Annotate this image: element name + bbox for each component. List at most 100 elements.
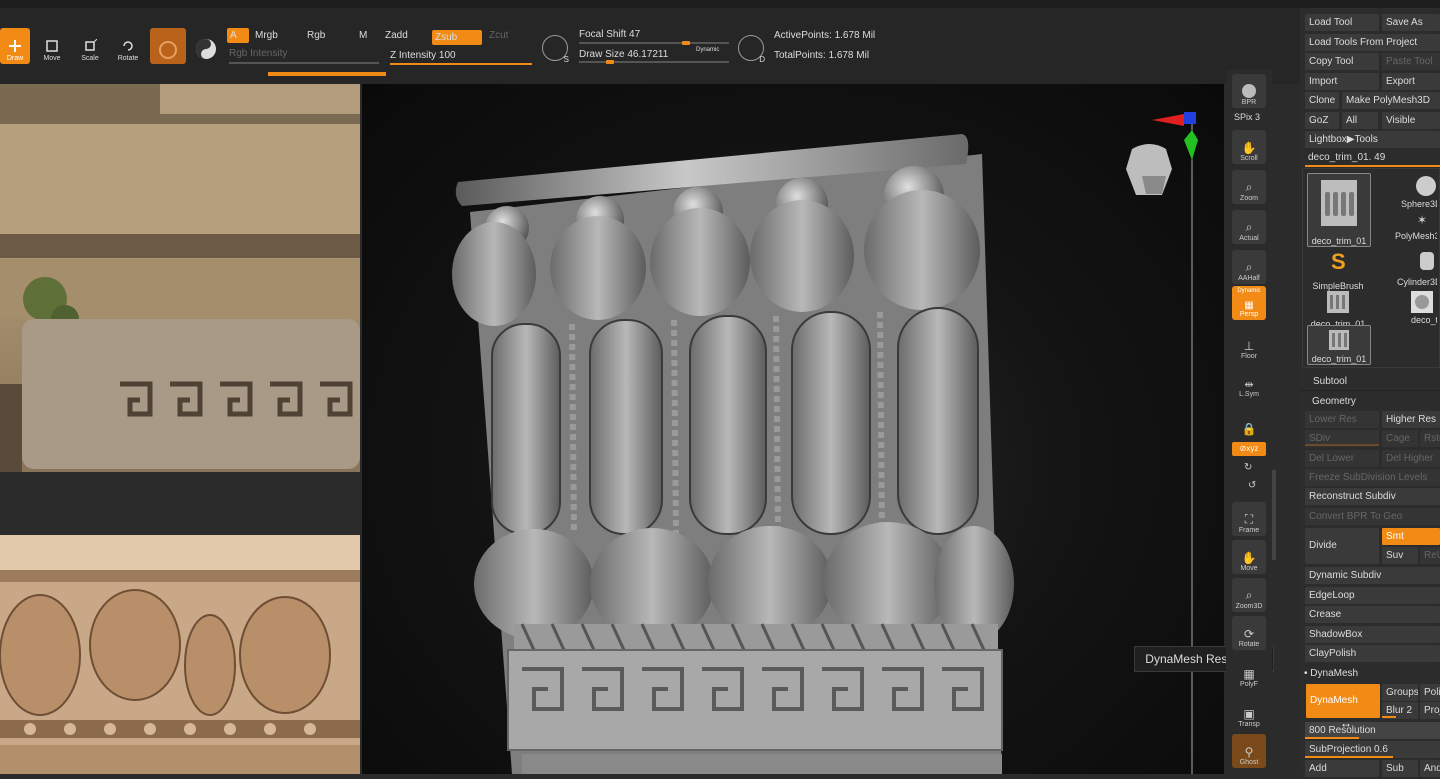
claypolish-section[interactable]: ClayPolish	[1305, 645, 1440, 662]
rotate-z-icon[interactable]: ↺	[1248, 480, 1256, 491]
move-button[interactable]: Move	[34, 28, 70, 64]
lightbox-tools-button[interactable]: Lightbox▶Tools	[1305, 131, 1440, 148]
xyz-toggle[interactable]: ⊘xyz	[1232, 442, 1266, 456]
3d-viewport[interactable]	[362, 84, 1224, 774]
tool-thumb-cylinder3d[interactable]: Cylinder3D	[1375, 249, 1437, 291]
rotate-button[interactable]: Rotate	[110, 28, 146, 64]
groups-toggle[interactable]: Groups	[1382, 684, 1418, 701]
del-lower-button[interactable]: Del Lower	[1305, 450, 1379, 467]
persp-button[interactable]: Dynamic ▦ Persp	[1232, 286, 1266, 320]
scroll-button[interactable]: ✋ Scroll	[1232, 130, 1266, 164]
draw-size-slider[interactable]: Draw Size 46.17211	[579, 49, 668, 60]
texture-swatch[interactable]	[188, 28, 224, 64]
and-button[interactable]: And	[1420, 760, 1440, 777]
subprojection-fill	[1305, 756, 1393, 758]
scale-button[interactable]: Scale	[72, 28, 108, 64]
dynamesh-section[interactable]: • DynaMesh	[1304, 668, 1358, 679]
rgb-toggle[interactable]: Rgb	[304, 28, 328, 43]
deco-trim-thumb-icon	[1327, 291, 1349, 313]
project-toggle[interactable]: Project	[1420, 702, 1440, 719]
all-button[interactable]: All	[1342, 112, 1378, 129]
zcut-toggle[interactable]: Zcut	[486, 28, 511, 43]
frame-button[interactable]: ⛶ Frame	[1232, 502, 1266, 536]
rstr-button[interactable]: Rstr	[1420, 430, 1440, 447]
focal-shift-slider[interactable]: Focal Shift 47	[579, 29, 640, 40]
import-button[interactable]: Import	[1305, 73, 1379, 90]
dynamic-toggle[interactable]: Dynamic	[696, 47, 719, 53]
cage-button[interactable]: Cage	[1382, 430, 1418, 447]
suv-toggle[interactable]: Suv	[1382, 547, 1418, 564]
d-gizmo-icon[interactable]: D	[738, 35, 765, 64]
lock-button[interactable]: 🔒	[1232, 404, 1266, 438]
sub-button[interactable]: Sub	[1382, 760, 1418, 777]
tool-thumb-sphere3d[interactable]: Sphere3D	[1375, 173, 1437, 215]
draw-button[interactable]: Draw	[0, 28, 30, 64]
zoom3d-button[interactable]: ⌕ Zoom3D	[1232, 578, 1266, 612]
s-gizmo-icon[interactable]: S	[542, 35, 569, 64]
blur-fill	[1382, 716, 1396, 718]
export-button[interactable]: Export	[1382, 73, 1440, 90]
zsub-toggle[interactable]: Zsub	[432, 30, 482, 45]
rgb-intensity-slider[interactable]: Rgb Intensity	[229, 48, 287, 59]
polyf-button[interactable]: ▦ PolyF	[1232, 656, 1266, 690]
reconstruct-subdiv-button[interactable]: Reconstruct Subdiv	[1305, 488, 1440, 505]
geometry-section[interactable]: Geometry	[1312, 396, 1356, 407]
aahalf-button[interactable]: ⌕ AAHalf	[1232, 250, 1266, 284]
copy-tool-button[interactable]: Copy Tool	[1305, 53, 1379, 70]
tool-thumb-polymesh3d[interactable]: ✶ PolyMesh3D	[1375, 213, 1437, 245]
crease-section[interactable]: Crease	[1305, 606, 1440, 623]
m-toggle[interactable]: M	[356, 28, 370, 43]
shelf-progress-fill	[268, 72, 386, 76]
zadd-toggle[interactable]: Zadd	[382, 28, 411, 43]
tool-thumb-deco-trim[interactable]: deco_trim_01	[1307, 173, 1371, 247]
save-as-button[interactable]: Save As	[1382, 14, 1440, 31]
draw-size-track	[579, 61, 729, 63]
draw-icon	[9, 40, 21, 52]
lower-res-button[interactable]: Lower Res	[1305, 411, 1379, 428]
actual-button[interactable]: ⌕ Actual	[1232, 210, 1266, 244]
zoom-button[interactable]: ⌕ Zoom	[1232, 170, 1266, 204]
goz-button[interactable]: GoZ	[1305, 112, 1339, 129]
freeze-subdiv-button[interactable]: Freeze SubDivision Levels	[1305, 469, 1440, 486]
clone-button[interactable]: Clone	[1305, 92, 1339, 109]
focal-shift-knob[interactable]	[682, 41, 690, 45]
mrgb-toggle[interactable]: Mrgb	[252, 28, 281, 43]
current-tool-slider[interactable]: deco_trim_01. 49	[1308, 152, 1385, 163]
rotate-y-icon[interactable]: ↻	[1244, 462, 1252, 473]
shadowbox-section[interactable]: ShadowBox	[1305, 626, 1440, 643]
dynamesh-button[interactable]: DynaMesh	[1306, 684, 1380, 718]
dynamic-subdiv-section[interactable]: Dynamic Subdiv	[1305, 567, 1440, 584]
load-tool-button[interactable]: Load Tool	[1305, 14, 1379, 31]
material-swatch[interactable]	[150, 28, 186, 64]
higher-res-button[interactable]: Higher Res	[1382, 411, 1440, 428]
z-intensity-slider[interactable]: Z Intensity 100	[390, 50, 456, 61]
paste-tool-button[interactable]: Paste Tool	[1382, 53, 1440, 70]
make-polymesh-button[interactable]: Make PolyMesh3D	[1342, 92, 1440, 109]
floor-button[interactable]: ⊥ Floor	[1232, 328, 1266, 362]
del-higher-button[interactable]: Del Higher	[1382, 450, 1440, 467]
spix-slider[interactable]: SPix 3	[1234, 112, 1260, 122]
ghost-button[interactable]: ⚲ Ghost	[1232, 734, 1266, 768]
viewport-rotate-button[interactable]: ⟳ Rotate	[1232, 616, 1266, 650]
a-toggle[interactable]: A	[227, 28, 249, 43]
load-tools-from-project-button[interactable]: Load Tools From Project	[1305, 34, 1440, 51]
viewport-move-button[interactable]: ✋ Move	[1232, 540, 1266, 574]
toolbar-scrollbar[interactable]	[1272, 470, 1276, 560]
reuv-button[interactable]: ReUV	[1420, 547, 1440, 564]
tool-thumb-deco-trim-2[interactable]: deco_trim_01	[1307, 287, 1369, 329]
smt-toggle[interactable]: Smt	[1382, 528, 1440, 545]
add-button[interactable]: Add	[1305, 760, 1379, 777]
subtool-section[interactable]: Subtool	[1313, 376, 1347, 387]
convert-bpr-button[interactable]: Convert BPR To Geo	[1305, 508, 1440, 525]
tool-thumb-deco-trim-3[interactable]: deco_trim_01	[1375, 287, 1437, 329]
tool-thumb-simplebrush[interactable]: S SimpleBrush	[1307, 249, 1369, 291]
divide-button[interactable]: Divide	[1305, 528, 1379, 564]
polish-toggle[interactable]: Polish	[1420, 684, 1440, 701]
tool-thumb-deco-trim-4[interactable]: deco_trim_01	[1307, 325, 1371, 365]
lsym-button[interactable]: ⇹ L.Sym	[1232, 366, 1266, 400]
draw-size-knob[interactable]	[606, 60, 614, 64]
visible-button[interactable]: Visible	[1382, 112, 1440, 129]
transp-button[interactable]: ▣ Transp	[1232, 696, 1266, 730]
bpr-button[interactable]: BPR	[1232, 74, 1266, 108]
edgeloop-section[interactable]: EdgeLoop	[1305, 587, 1440, 604]
